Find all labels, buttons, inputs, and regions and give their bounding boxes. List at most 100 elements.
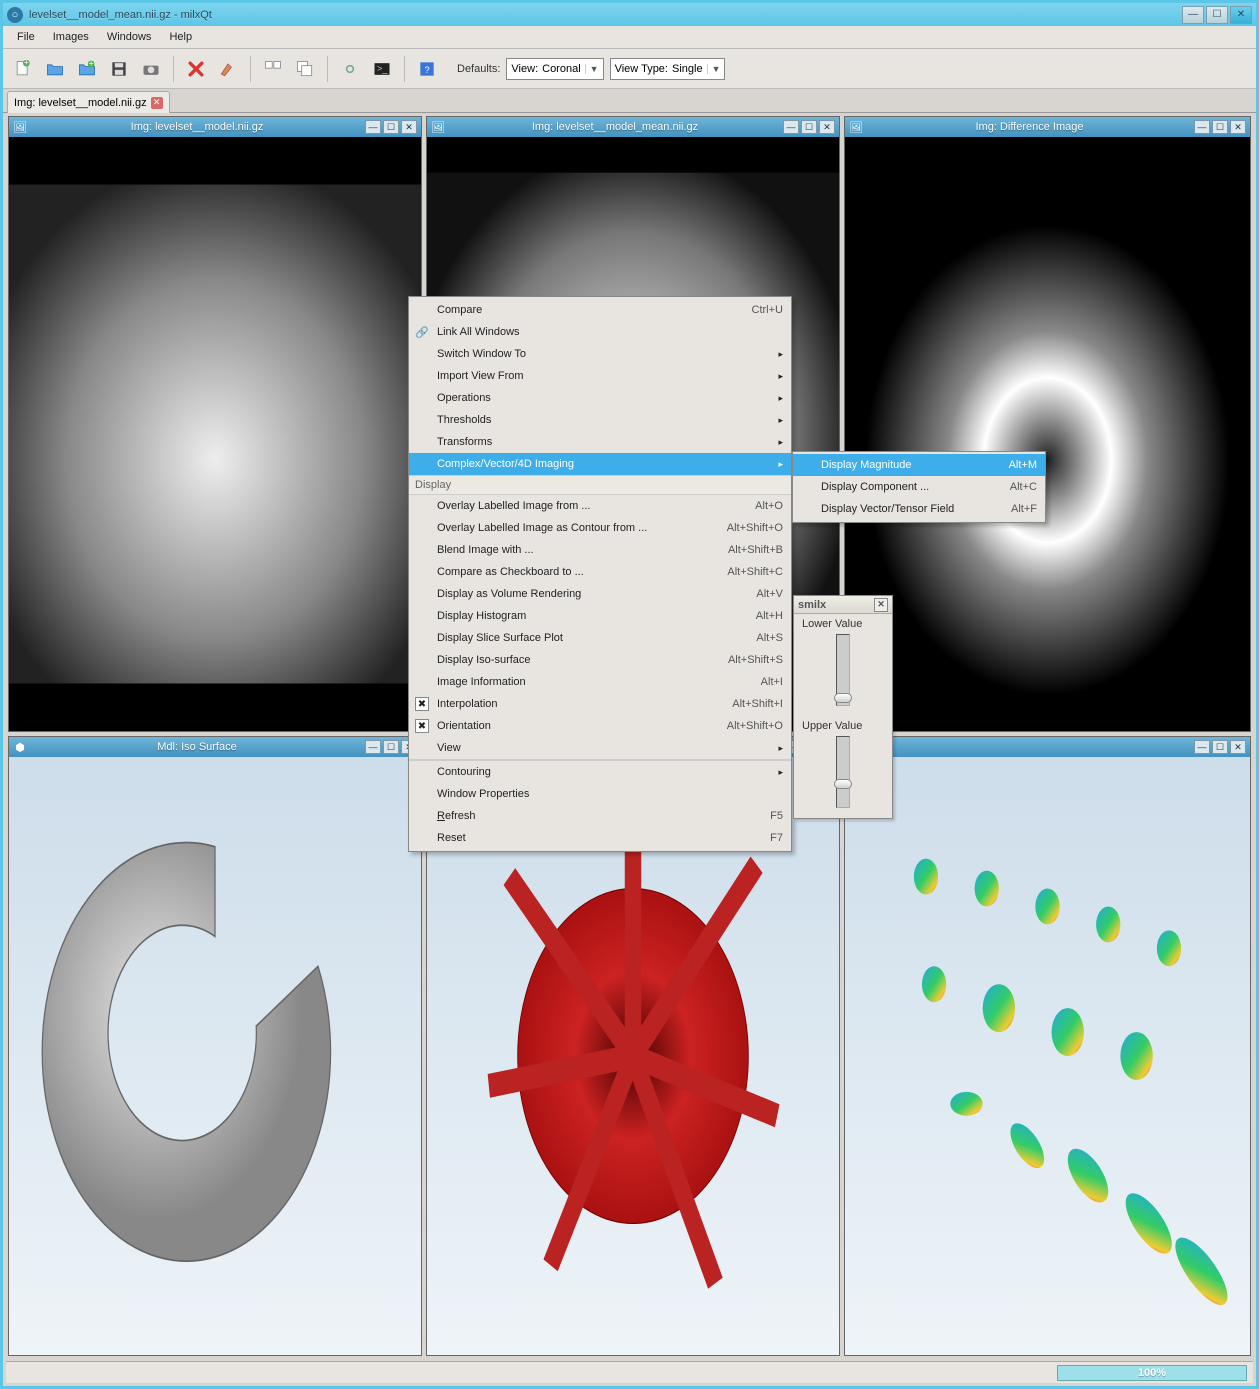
subwindow-minimize[interactable]: — [365, 740, 381, 754]
checkbox-icon: ✖ [415, 719, 429, 733]
subwindow-close[interactable]: ✕ [1230, 740, 1246, 754]
chevron-down-icon: ▼ [707, 64, 721, 74]
subwindow-titlebar[interactable]: ⬢ — ☐ ✕ [845, 737, 1250, 757]
chevron-right-icon: ▸ [754, 459, 783, 470]
view-type-label: View Type: [615, 63, 668, 75]
menu-help[interactable]: Help [161, 28, 200, 46]
subwindow-mdl-iso: ⬢ Mdl: Iso Surface — ☐ ✕ [8, 736, 422, 1356]
menu-orientation[interactable]: ✖OrientationAlt+Shift+O [409, 715, 791, 737]
subwindow-title: Img: Difference Image [867, 121, 1192, 133]
chevron-right-icon: ▸ [754, 767, 783, 778]
subwindow-titlebar[interactable]: 🖼 Img: levelset__model.nii.gz — ☐ ✕ [9, 117, 421, 137]
tab-close-icon[interactable]: ✕ [151, 97, 163, 109]
menu-link-all-windows[interactable]: 🔗Link All Windows [409, 321, 791, 343]
menu-contouring[interactable]: Contouring▸ [409, 761, 791, 783]
maximize-button[interactable]: ☐ [1206, 6, 1228, 24]
menu-reset[interactable]: ResetF7 [409, 827, 791, 849]
chevron-down-icon: ▼ [585, 64, 599, 74]
menu-view[interactable]: View▸ [409, 737, 791, 759]
menu-display-vector-tensor[interactable]: Display Vector/Tensor FieldAlt+F [793, 498, 1045, 520]
menu-thresholds[interactable]: Thresholds▸ [409, 409, 791, 431]
subwindow-minimize[interactable]: — [365, 120, 381, 134]
subwindow-titlebar[interactable]: 🖼 Img: Difference Image — ☐ ✕ [845, 117, 1250, 137]
subwindow-minimize[interactable]: — [1194, 740, 1210, 754]
menu-display-magnitude[interactable]: Display MagnitudeAlt+M [793, 454, 1045, 476]
model-viewport[interactable] [9, 757, 421, 1355]
close-icon[interactable]: ✕ [874, 598, 888, 612]
open-folder-button[interactable] [41, 55, 69, 83]
menu-overlay-labelled-image[interactable]: Overlay Labelled Image from ...Alt+O [409, 495, 791, 517]
subwindow-icon: 🖼 [431, 120, 445, 134]
context-menu: CompareCtrl+U 🔗Link All Windows Switch W… [408, 296, 792, 852]
clear-button[interactable] [214, 55, 242, 83]
subwindow-titlebar[interactable]: ⬢ Mdl: Iso Surface — ☐ ✕ [9, 737, 421, 757]
subwindow-maximize[interactable]: ☐ [1212, 740, 1228, 754]
menu-image-information[interactable]: Image InformationAlt+I [409, 671, 791, 693]
menu-switch-window-to[interactable]: Switch Window To▸ [409, 343, 791, 365]
subwindow-maximize[interactable]: ☐ [801, 120, 817, 134]
view-combo-value: Coronal [542, 63, 581, 75]
subwindow-close[interactable]: ✕ [1230, 120, 1246, 134]
menu-overlay-labelled-contour[interactable]: Overlay Labelled Image as Contour from .… [409, 517, 791, 539]
screenshot-button[interactable] [137, 55, 165, 83]
svg-text:+: + [88, 59, 93, 69]
menu-display-histogram[interactable]: Display HistogramAlt+H [409, 605, 791, 627]
help-toolbar-button[interactable]: ? [413, 55, 441, 83]
delete-button[interactable] [182, 55, 210, 83]
subwindow-title: Mdl: Iso Surface [31, 741, 363, 753]
view-type-combo[interactable]: View Type: Single ▼ [610, 58, 726, 80]
tile-button[interactable] [259, 55, 287, 83]
view-combo[interactable]: View: Coronal ▼ [506, 58, 603, 80]
close-button[interactable]: ✕ [1230, 6, 1252, 24]
slider-handle[interactable] [834, 779, 852, 789]
menu-volume-rendering[interactable]: Display as Volume RenderingAlt+V [409, 583, 791, 605]
open-folder-plus-button[interactable]: + [73, 55, 101, 83]
upper-value-label: Upper Value [802, 720, 884, 732]
smilx-panel-titlebar[interactable]: smilx ✕ [794, 596, 892, 614]
menu-compare[interactable]: CompareCtrl+U [409, 299, 791, 321]
chevron-right-icon: ▸ [754, 393, 783, 404]
minimize-button[interactable]: — [1182, 6, 1204, 24]
subwindow-close[interactable]: ✕ [401, 120, 417, 134]
menu-display-component[interactable]: Display Component ...Alt+C [793, 476, 1045, 498]
menu-blend-image[interactable]: Blend Image with ...Alt+Shift+B [409, 539, 791, 561]
subwindow-maximize[interactable]: ☐ [383, 120, 399, 134]
console-button[interactable]: >_ [368, 55, 396, 83]
subwindow-maximize[interactable]: ☐ [1212, 120, 1228, 134]
menu-operations[interactable]: Operations▸ [409, 387, 791, 409]
subwindow-minimize[interactable]: — [783, 120, 799, 134]
subwindow-minimize[interactable]: — [1194, 120, 1210, 134]
toolbar-separator [173, 56, 174, 82]
status-bar: 100% [6, 1361, 1253, 1383]
menu-windows[interactable]: Windows [99, 28, 160, 46]
menu-import-view-from[interactable]: Import View From▸ [409, 365, 791, 387]
window-title-bar: ○ levelset__model_mean.nii.gz - milxQt —… [3, 3, 1256, 26]
link-button[interactable] [336, 55, 364, 83]
save-button[interactable] [105, 55, 133, 83]
svg-text:+: + [24, 59, 29, 68]
lower-value-slider[interactable] [836, 634, 850, 706]
menu-interpolation[interactable]: ✖InterpolationAlt+Shift+I [409, 693, 791, 715]
cascade-button[interactable] [291, 55, 319, 83]
menu-complex-vector-4d-imaging[interactable]: Complex/Vector/4D Imaging▸ [409, 453, 791, 475]
menu-compare-checkboard[interactable]: Compare as Checkboard to ...Alt+Shift+C [409, 561, 791, 583]
subwindow-maximize[interactable]: ☐ [383, 740, 399, 754]
menu-refresh[interactable]: RefreshF5 [409, 805, 791, 827]
menu-file[interactable]: File [9, 28, 43, 46]
new-file-button[interactable]: + [9, 55, 37, 83]
image-viewport[interactable] [845, 137, 1250, 731]
subwindow-img-diff: 🖼 Img: Difference Image — ☐ ✕ [844, 116, 1251, 732]
subwindow-close[interactable]: ✕ [819, 120, 835, 134]
document-tab[interactable]: Img: levelset__model.nii.gz ✕ [7, 91, 170, 113]
menu-window-properties[interactable]: Window Properties [409, 783, 791, 805]
upper-value-slider[interactable] [836, 736, 850, 808]
menu-display-slice-plot[interactable]: Display Slice Surface PlotAlt+S [409, 627, 791, 649]
menu-images[interactable]: Images [45, 28, 97, 46]
slider-handle[interactable] [834, 693, 852, 703]
menu-display-iso-surface[interactable]: Display Iso-surfaceAlt+Shift+S [409, 649, 791, 671]
toolbar-separator [250, 56, 251, 82]
subwindow-titlebar[interactable]: 🖼 Img: levelset__model_mean.nii.gz — ☐ ✕ [427, 117, 839, 137]
menu-transforms[interactable]: Transforms▸ [409, 431, 791, 453]
model-viewport[interactable] [845, 757, 1250, 1355]
image-viewport[interactable] [9, 137, 421, 731]
